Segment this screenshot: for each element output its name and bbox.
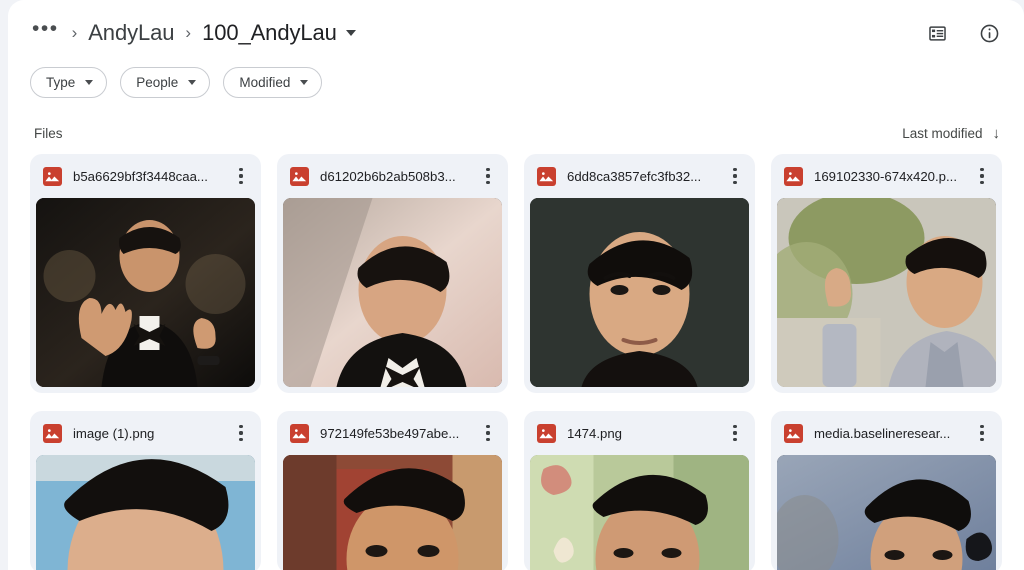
file-card[interactable]: d61202b6b2ab508b3... <box>277 154 508 393</box>
file-card-header: 1474.png <box>524 411 755 455</box>
sort-arrow-down-icon: ↓ <box>992 124 1001 142</box>
filter-chip-people-label: People <box>136 74 179 90</box>
file-name: 6dd8ca3857efc3fb32... <box>567 168 702 184</box>
chevron-down-icon <box>300 79 309 85</box>
header-actions <box>922 18 1004 48</box>
file-card[interactable]: b5a6629bf3f3448caa... <box>30 154 261 393</box>
chevron-down-icon <box>85 79 94 85</box>
chevron-down-icon <box>188 79 197 85</box>
file-thumbnail <box>777 198 996 387</box>
file-card-header: image (1).png <box>30 411 261 455</box>
file-more-options-button[interactable] <box>725 421 745 445</box>
filter-chip-type-label: Type <box>46 74 76 90</box>
folder-header: ••• › AndyLau › 100_AndyLau <box>8 0 1024 66</box>
breadcrumb-item-100-andylau[interactable]: 100_AndyLau <box>202 20 337 46</box>
image-file-icon <box>43 423 62 443</box>
file-card-header: d61202b6b2ab508b3... <box>277 154 508 198</box>
file-card-header: b5a6629bf3f3448caa... <box>30 154 261 198</box>
file-card-header: 169102330-674x420.p... <box>771 154 1002 198</box>
file-card[interactable]: 972149fe53be497abe... <box>277 411 508 570</box>
files-section-bar: Files Last modified ↓ <box>8 112 1024 154</box>
file-thumbnail <box>36 455 255 570</box>
file-name: media.baselineresear... <box>814 425 951 441</box>
file-thumbnail <box>283 198 502 387</box>
file-thumbnail <box>777 455 996 570</box>
filter-chip-type[interactable]: Type <box>30 66 108 98</box>
drive-folder-window: ••• › AndyLau › 100_AndyLau Type People … <box>0 0 1024 570</box>
file-more-options-button[interactable] <box>972 421 992 445</box>
breadcrumb-separator-2: › <box>185 23 192 42</box>
file-card-header: 972149fe53be497abe... <box>277 411 508 455</box>
image-file-icon <box>537 166 556 186</box>
file-more-options-button[interactable] <box>972 164 992 188</box>
image-file-icon <box>290 423 309 443</box>
file-more-options-button[interactable] <box>478 164 498 188</box>
filter-chip-modified[interactable]: Modified <box>223 66 323 98</box>
file-name: 169102330-674x420.p... <box>814 168 957 184</box>
file-card[interactable]: 169102330-674x420.p... <box>771 154 1002 393</box>
info-icon[interactable] <box>974 18 1004 48</box>
file-name: b5a6629bf3f3448caa... <box>73 168 208 184</box>
filter-chips: Type People Modified <box>8 62 1024 102</box>
file-name: image (1).png <box>73 425 155 441</box>
sort-control[interactable]: Last modified ↓ <box>902 126 1000 141</box>
image-file-icon <box>784 166 803 186</box>
chevron-down-icon[interactable] <box>345 30 356 36</box>
list-view-icon[interactable] <box>922 18 952 48</box>
file-name: 972149fe53be497abe... <box>320 425 460 441</box>
file-card[interactable]: image (1).png <box>30 411 261 570</box>
file-more-options-button[interactable] <box>478 421 498 445</box>
file-card[interactable]: media.baselineresear... <box>771 411 1002 570</box>
filter-chip-people[interactable]: People <box>120 66 211 98</box>
file-thumbnail <box>530 198 749 387</box>
image-file-icon <box>537 423 556 443</box>
file-card[interactable]: 6dd8ca3857efc3fb32... <box>524 154 755 393</box>
breadcrumb-separator-1: › <box>71 23 78 42</box>
file-card-header: media.baselineresear... <box>771 411 1002 455</box>
files-section-title: Files <box>34 125 63 141</box>
file-card-header: 6dd8ca3857efc3fb32... <box>524 154 755 198</box>
file-thumbnail <box>36 198 255 387</box>
file-name: d61202b6b2ab508b3... <box>320 168 456 184</box>
file-name: 1474.png <box>567 425 623 441</box>
image-file-icon <box>43 166 62 186</box>
breadcrumb-overflow-button[interactable]: ••• <box>30 18 61 44</box>
sort-label: Last modified <box>902 125 983 141</box>
file-more-options-button[interactable] <box>725 164 745 188</box>
file-thumbnail <box>283 455 502 570</box>
file-more-options-button[interactable] <box>231 421 251 445</box>
file-card[interactable]: 1474.png <box>524 411 755 570</box>
breadcrumb: ••• › AndyLau › 100_AndyLau <box>30 18 922 46</box>
breadcrumb-item-andylau[interactable]: AndyLau <box>88 20 174 46</box>
content-panel: ••• › AndyLau › 100_AndyLau Type People … <box>8 0 1024 570</box>
file-more-options-button[interactable] <box>231 164 251 188</box>
file-thumbnail <box>530 455 749 570</box>
image-file-icon <box>290 166 309 186</box>
file-grid: b5a6629bf3f3448caa... d61202b6b2ab508b3.… <box>8 154 1024 570</box>
filter-chip-modified-label: Modified <box>239 74 291 90</box>
image-file-icon <box>784 423 803 443</box>
